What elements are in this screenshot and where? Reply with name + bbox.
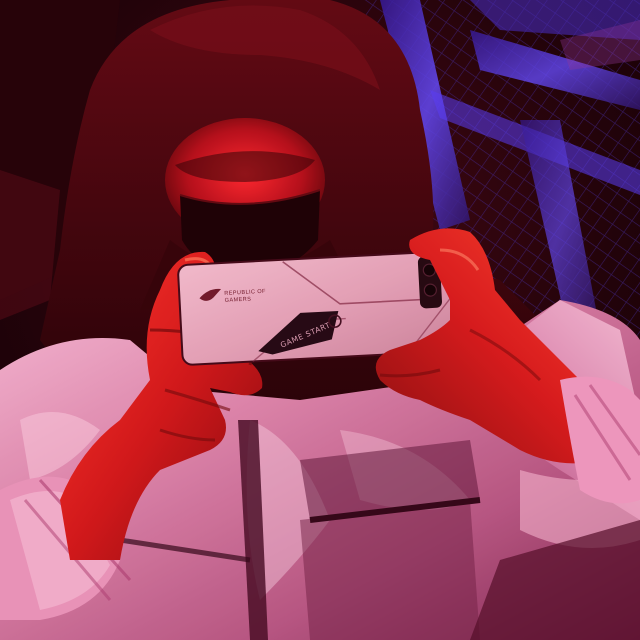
photo-illustration: GAME START REPUBLIC OF GAMERS: [0, 0, 640, 640]
photo-scene: GAME START REPUBLIC OF GAMERS: [0, 0, 640, 640]
